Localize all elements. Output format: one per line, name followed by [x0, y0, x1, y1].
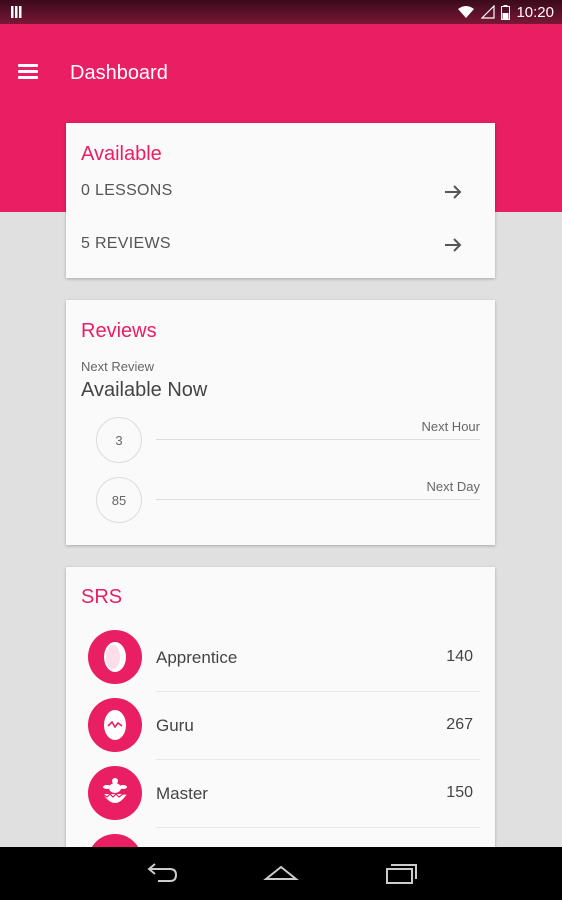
notification-icon: [11, 6, 22, 18]
page-title: Dashboard: [70, 62, 168, 84]
reviews-card: Reviews Next Review Available Now Next H…: [66, 300, 495, 545]
status-icons: 10:20: [457, 0, 554, 24]
wifi-icon: [458, 6, 475, 18]
srs-item-guru[interactable]: Guru 267: [66, 692, 495, 760]
srs-item-count: 267: [446, 716, 473, 733]
lessons-row[interactable]: 0 LESSONS: [66, 170, 495, 214]
forecast-line: [156, 499, 480, 500]
hatching-turtle-icon: [88, 766, 142, 820]
forecast-count: 3: [96, 417, 142, 463]
menu-icon[interactable]: [18, 64, 40, 80]
back-icon[interactable]: [144, 861, 180, 885]
reviews-row[interactable]: 5 REVIEWS: [66, 223, 495, 267]
lessons-label: 0 LESSONS: [81, 182, 173, 199]
next-review-label: Next Review: [81, 359, 154, 374]
srs-item-master[interactable]: Master 150: [66, 760, 495, 828]
srs-item-count: 150: [446, 784, 473, 801]
available-card: Available 0 LESSONS 5 REVIEWS: [66, 123, 495, 278]
recents-icon[interactable]: [382, 861, 418, 885]
forecast-line: [156, 439, 480, 440]
srs-item-name: Guru: [156, 716, 194, 735]
srs-item-apprentice[interactable]: Apprentice 140: [66, 624, 495, 692]
available-title: Available: [81, 143, 162, 165]
forecast-label: Next Day: [426, 479, 480, 494]
forecast-count: 85: [96, 477, 142, 523]
reviews-label: 5 REVIEWS: [81, 235, 171, 252]
arrow-right-icon: [445, 185, 462, 199]
srs-title: SRS: [81, 586, 123, 608]
arrow-right-icon: [445, 238, 462, 252]
signal-icon: [481, 5, 496, 19]
reviews-title: Reviews: [81, 320, 157, 342]
battery-icon: [501, 4, 511, 20]
egg-icon: [88, 630, 142, 684]
status-bar: 10:20: [0, 0, 562, 24]
srs-card: SRS Apprentice 140 Guru 267 Master 150: [66, 567, 495, 867]
cracked-egg-icon: [88, 698, 142, 752]
srs-item-count: 140: [446, 648, 473, 665]
home-icon[interactable]: [263, 861, 299, 885]
navigation-bar: [0, 847, 562, 900]
clock: 10:20: [516, 3, 554, 21]
srs-item-name: Apprentice: [156, 648, 238, 667]
next-review-value: Available Now: [81, 379, 208, 401]
forecast-label: Next Hour: [421, 419, 480, 434]
srs-item-name: Master: [156, 784, 208, 803]
